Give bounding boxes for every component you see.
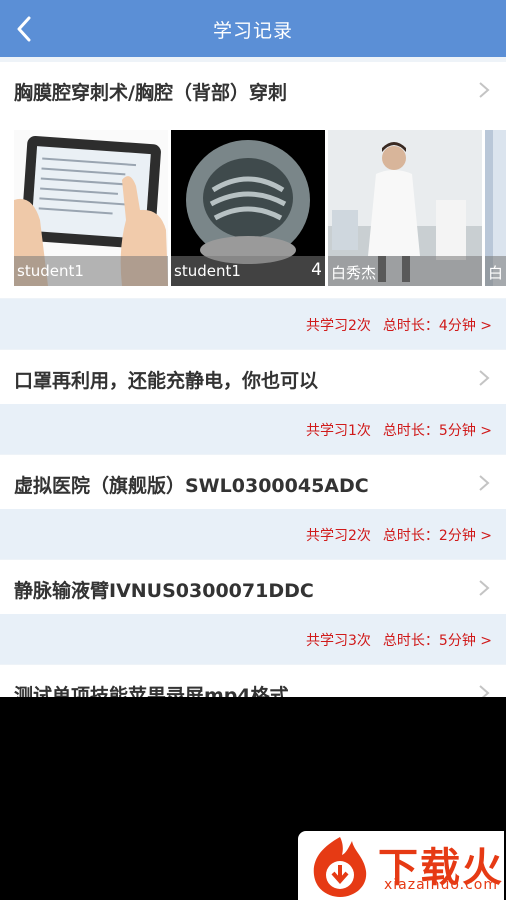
study-count: 共学习2次 <box>305 528 371 544</box>
thumbnail-name: student1 <box>174 262 241 280</box>
thumbnail-name: 白 <box>488 264 504 282</box>
record-title: 静脉输液臂IVNUS0300071DDC <box>14 580 314 602</box>
thumbnail-name: student1 <box>17 262 84 280</box>
record-item[interactable]: 虚拟医院（旗舰版）SWL0300045ADC <box>0 455 506 509</box>
record-stats[interactable]: 共学习2次 总时长：2分钟 > <box>0 509 506 559</box>
total-duration: 总时长：4分钟 > <box>382 318 492 334</box>
chevron-right-icon <box>479 82 490 98</box>
page-title: 学习记录 <box>212 20 293 42</box>
study-count: 共学习2次 <box>305 318 371 334</box>
thumbnail-strip: student1 student1 4 白秀杰 白 <box>14 130 506 286</box>
thumbnail-caption: 白 <box>485 256 506 286</box>
total-duration: 总时长：2分钟 > <box>382 528 492 544</box>
record-stats[interactable]: 共学习2次 总时长：4分钟 > <box>0 299 506 349</box>
chevron-right-icon <box>479 475 490 491</box>
study-count: 共学习3次 <box>305 633 371 649</box>
record-title: 虚拟医院（旗舰版）SWL0300045ADC <box>14 475 369 497</box>
video-thumbnail[interactable]: student1 4 <box>171 130 325 286</box>
thumbnail-caption: 白秀杰 <box>328 256 482 286</box>
record-title: 口罩再利用，还能充静电，你也可以 <box>14 370 319 392</box>
video-thumbnail[interactable]: 白秀杰 <box>328 130 482 286</box>
thumbnail-caption: student1 4 <box>171 256 325 286</box>
video-thumbnail[interactable]: student1 <box>14 130 168 286</box>
record-item[interactable]: 口罩再利用，还能充静电，你也可以 <box>0 350 506 404</box>
record-stats[interactable]: 共学习3次 总时长：5分钟 > <box>0 614 506 664</box>
chevron-right-icon <box>479 370 490 386</box>
record-title: 胸膜腔穿刺术/胸腔（背部）穿刺 <box>14 82 287 104</box>
video-thumbnail[interactable]: 白 <box>485 130 506 286</box>
header-bar: 学习记录 <box>0 0 506 57</box>
chevron-right-icon <box>479 580 490 596</box>
total-duration: 总时长：5分钟 > <box>382 423 492 439</box>
study-count: 共学习1次 <box>305 423 371 439</box>
watermark-logo: 下载火 xiazaihuo.com <box>298 831 504 900</box>
total-duration: 总时长：5分钟 > <box>382 633 492 649</box>
record-stats[interactable]: 共学习1次 总时长：5分钟 > <box>0 404 506 454</box>
thumbnail-caption: student1 <box>14 256 168 286</box>
thumbnail-name: 白秀杰 <box>331 264 377 282</box>
record-item[interactable]: 静脉输液臂IVNUS0300071DDC <box>0 560 506 614</box>
watermark-site: xiazaihuo.com <box>384 877 498 893</box>
flame-logo-icon <box>313 837 367 897</box>
thumbnail-count: 4 <box>311 260 322 280</box>
